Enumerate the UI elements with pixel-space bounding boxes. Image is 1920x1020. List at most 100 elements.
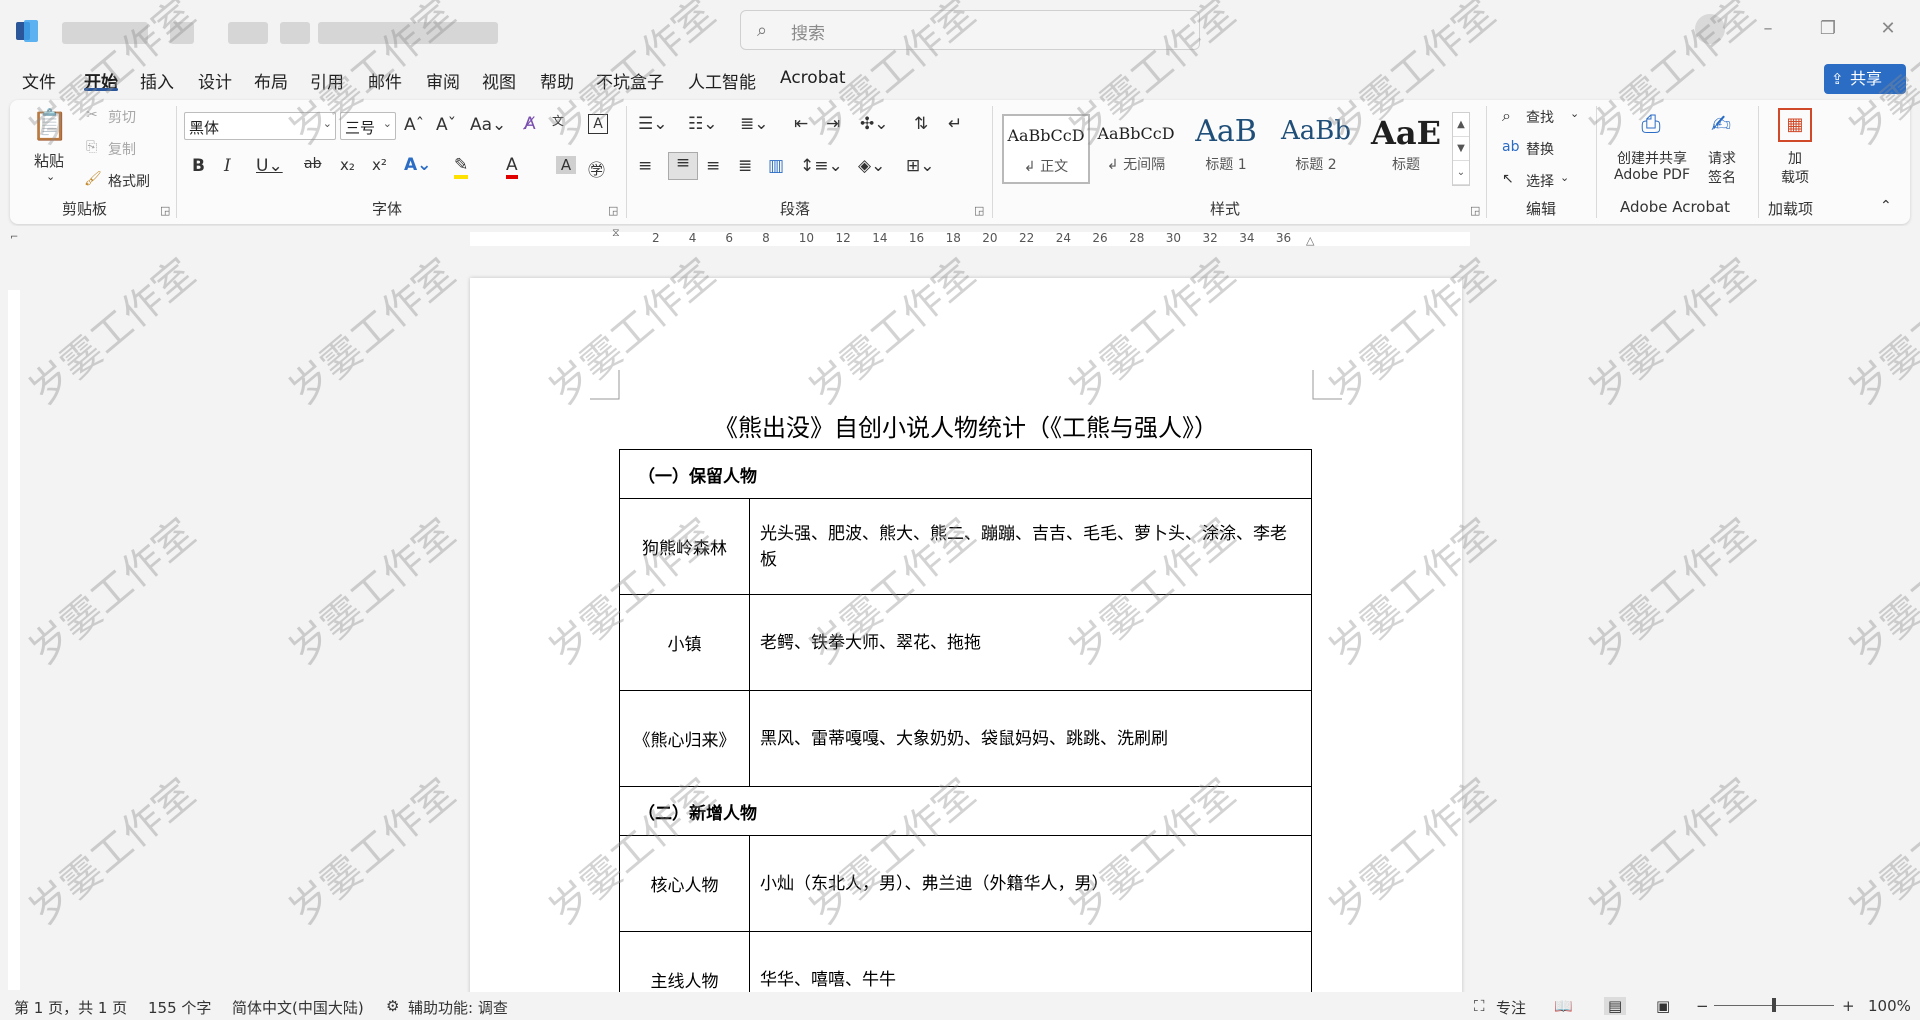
menu-mailings[interactable]: 邮件 bbox=[368, 68, 402, 93]
add-ins-label[interactable]: 加 bbox=[1778, 148, 1812, 168]
zoom-slider[interactable] bbox=[1714, 998, 1834, 1012]
shading-icon[interactable]: ◈⌄ bbox=[858, 156, 885, 176]
section-heading[interactable]: （二）新增人物 bbox=[619, 786, 1312, 836]
format-painter-button[interactable]: 格式刷 bbox=[108, 171, 150, 191]
avatar[interactable] bbox=[1695, 14, 1725, 44]
create-pdf-icon[interactable]: ⎙ bbox=[1636, 110, 1666, 138]
create-pdf-label[interactable]: Adobe PDF bbox=[1612, 167, 1692, 183]
web-layout-icon[interactable]: ▣ bbox=[1656, 997, 1670, 1015]
clear-formatting-icon[interactable]: A̸ bbox=[524, 114, 536, 134]
more-styles-icon[interactable]: ⌄ bbox=[1453, 161, 1469, 185]
highlight-color-icon[interactable]: ✎ bbox=[454, 155, 469, 179]
request-signature-label[interactable]: 签名 bbox=[1706, 167, 1738, 187]
menu-layout[interactable]: 布局 bbox=[254, 68, 288, 93]
align-center-icon[interactable]: ≡ bbox=[668, 152, 698, 180]
increase-indent-icon[interactable]: ⇥ bbox=[826, 114, 840, 134]
bullets-icon[interactable]: ☰⌄ bbox=[638, 114, 667, 134]
menu-view[interactable]: 视图 bbox=[482, 68, 516, 93]
font-size-select[interactable]: 三号 ⌄ bbox=[340, 112, 396, 140]
ruler-track[interactable] bbox=[470, 232, 1470, 246]
restore-button[interactable]: ❐ bbox=[1808, 12, 1848, 46]
select-button[interactable]: 选择 bbox=[1526, 171, 1554, 191]
right-indent-icon[interactable]: △ bbox=[1306, 234, 1314, 247]
menu-help[interactable]: 帮助 bbox=[540, 68, 574, 93]
font-color-icon[interactable]: A bbox=[506, 155, 518, 179]
print-layout-icon[interactable]: ▤ bbox=[1604, 997, 1627, 1015]
menu-acrobat[interactable]: Acrobat bbox=[780, 68, 846, 88]
justify-icon[interactable]: ≣ bbox=[738, 156, 752, 176]
chinese-layout-icon[interactable]: ✣⌄ bbox=[860, 114, 889, 134]
menu-design[interactable]: 设计 bbox=[198, 68, 232, 93]
page-count[interactable]: 第 1 页，共 1 页 bbox=[14, 997, 127, 1018]
chevron-down-icon[interactable]: ⌄ bbox=[1560, 171, 1569, 184]
word-count[interactable]: 155 个字 bbox=[148, 997, 211, 1018]
style-no-spacing[interactable]: AaBbCcD ↲ 无间隔 bbox=[1092, 114, 1180, 184]
multilevel-list-icon[interactable]: ≣⌄ bbox=[740, 114, 769, 134]
cut-button[interactable]: 剪切 bbox=[108, 107, 136, 127]
close-button[interactable]: ✕ bbox=[1868, 12, 1908, 46]
tab-selector-icon[interactable]: ⌐ bbox=[10, 232, 18, 243]
row-label[interactable]: 核心人物 bbox=[619, 835, 750, 932]
bold-icon[interactable]: B bbox=[192, 156, 205, 176]
paste-icon[interactable]: 📋 bbox=[30, 108, 70, 148]
paste-button[interactable]: 粘贴 bbox=[34, 150, 64, 171]
subscript-icon[interactable]: x₂ bbox=[340, 156, 355, 174]
read-mode-icon[interactable]: 📖 bbox=[1554, 997, 1573, 1015]
menu-review[interactable]: 审阅 bbox=[426, 68, 460, 93]
styles-scroll[interactable]: ▲ ▼ ⌄ bbox=[1452, 112, 1470, 186]
distributed-icon[interactable]: ▥ bbox=[768, 156, 784, 176]
character-table[interactable]: （一）保留人物 狗熊岭森林 光头强、肥波、熊大、熊二、蹦蹦、吉吉、毛毛、萝卜头、… bbox=[619, 449, 1312, 1020]
strikethrough-icon[interactable]: ab bbox=[304, 156, 321, 172]
request-signature-label[interactable]: 请求 bbox=[1706, 148, 1738, 168]
line-spacing-icon[interactable]: ↕≡⌄ bbox=[800, 156, 843, 176]
style-title[interactable]: AaE 标题 bbox=[1362, 114, 1450, 184]
zoom-level[interactable]: 100% bbox=[1868, 997, 1911, 1015]
borders-icon[interactable]: ⊞⌄ bbox=[906, 156, 935, 176]
focus-mode-button[interactable]: 专注 bbox=[1496, 997, 1526, 1018]
add-ins-icon[interactable]: ▦ bbox=[1778, 108, 1812, 142]
row-label[interactable]: 《熊心归来》 bbox=[619, 690, 750, 787]
chevron-down-icon[interactable]: ⌄ bbox=[1570, 107, 1579, 120]
style-normal[interactable]: AaBbCcD ↲ 正文 bbox=[1002, 114, 1090, 184]
accessibility-status[interactable]: 辅助功能: 调查 bbox=[408, 997, 508, 1018]
menu-bukeng-box[interactable]: 不坑盒子 bbox=[596, 68, 664, 93]
section-heading[interactable]: （一）保留人物 bbox=[619, 449, 1312, 499]
numbering-icon[interactable]: ☷⌄ bbox=[688, 114, 717, 134]
replace-button[interactable]: 替换 bbox=[1526, 139, 1554, 159]
add-ins-label[interactable]: 载项 bbox=[1778, 167, 1812, 187]
enclose-characters-icon[interactable]: ㊫ bbox=[588, 156, 605, 181]
text-effects-icon[interactable]: A⌄ bbox=[404, 155, 431, 175]
collapse-ribbon-icon[interactable]: ⌃ bbox=[1880, 198, 1892, 214]
menu-references[interactable]: 引用 bbox=[310, 68, 344, 93]
sort-icon[interactable]: ⇅ bbox=[914, 114, 928, 134]
shrink-font-icon[interactable]: Aˇ bbox=[436, 115, 456, 135]
menu-ai[interactable]: 人工智能 bbox=[688, 68, 756, 93]
styles-launcher-icon[interactable]: ◲ bbox=[1470, 204, 1480, 217]
align-right-icon[interactable]: ≡ bbox=[706, 156, 720, 176]
character-shading-icon[interactable]: A bbox=[556, 156, 576, 174]
row-label[interactable]: 小镇 bbox=[619, 594, 750, 691]
scroll-up-icon[interactable]: ▲ bbox=[1453, 113, 1469, 137]
style-heading-2[interactable]: AaBb 标题 2 bbox=[1272, 114, 1360, 184]
font-name-select[interactable]: 黑体 ⌄ bbox=[184, 112, 336, 140]
row-value[interactable]: 光头强、肥波、熊大、熊二、蹦蹦、吉吉、毛毛、萝卜头、涂涂、李老板 bbox=[749, 498, 1312, 595]
change-case-icon[interactable]: Aa⌄ bbox=[470, 115, 506, 135]
underline-icon[interactable]: U⌄ bbox=[256, 156, 283, 176]
find-button[interactable]: 查找 bbox=[1526, 107, 1554, 127]
indent-marker-icon[interactable]: ⧖ bbox=[612, 226, 620, 240]
character-border-icon[interactable]: A bbox=[588, 114, 608, 134]
row-value[interactable]: 小灿（东北人，男）、弗兰迪（外籍华人，男） bbox=[749, 835, 1312, 932]
row-value[interactable]: 黑风、雷蒂嘎嘎、大象奶奶、袋鼠妈妈、跳跳、洗刷刷 bbox=[749, 690, 1312, 787]
scroll-down-icon[interactable]: ▼ bbox=[1453, 137, 1469, 161]
align-left-icon[interactable]: ≡ bbox=[638, 156, 652, 176]
grow-font-icon[interactable]: Aˆ bbox=[404, 115, 424, 135]
phonetic-guide-icon[interactable]: 文 bbox=[552, 112, 564, 129]
paragraph-launcher-icon[interactable]: ◲ bbox=[974, 204, 984, 217]
zoom-in-icon[interactable]: + bbox=[1842, 997, 1855, 1015]
show-marks-icon[interactable]: ↵ bbox=[948, 114, 962, 134]
row-label[interactable]: 狗熊岭森林 bbox=[619, 498, 750, 595]
language-indicator[interactable]: 简体中文(中国大陆) bbox=[232, 997, 364, 1018]
italic-icon[interactable]: I bbox=[224, 156, 231, 176]
zoom-out-icon[interactable]: − bbox=[1696, 997, 1709, 1015]
style-heading-1[interactable]: AaB 标题 1 bbox=[1182, 114, 1270, 184]
